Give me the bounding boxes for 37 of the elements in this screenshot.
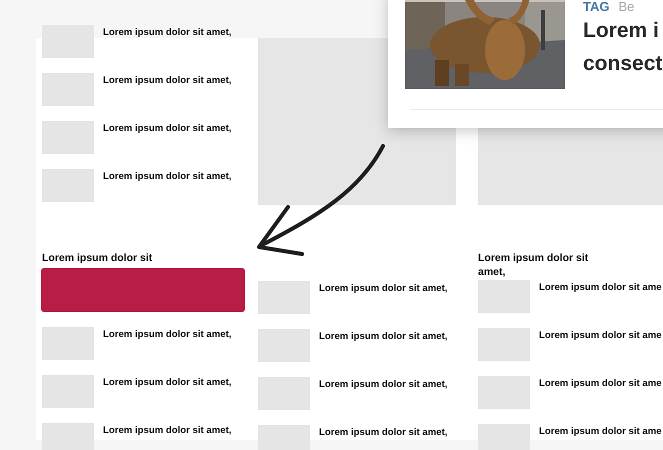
item-title[interactable]: Lorem ipsum dolor sit amet,: [103, 123, 232, 169]
thumbnail-placeholder: [478, 376, 530, 409]
item-title[interactable]: Lorem ipsum dolor sit ame: [539, 378, 662, 424]
thumbnail-placeholder: [478, 280, 530, 313]
item-title[interactable]: Lorem ipsum dolor sit amet,: [103, 27, 232, 73]
column-heading: Lorem ipsum dolor sit: [42, 251, 154, 265]
thumbnail-placeholder: [258, 329, 310, 362]
item-title[interactable]: Lorem ipsum dolor sit amet,: [103, 75, 232, 121]
thumbnail-placeholder: [42, 375, 94, 408]
tag-label[interactable]: TAG: [583, 0, 610, 14]
item-title[interactable]: Lorem ipsum dolor sit amet,: [319, 427, 448, 450]
item-title[interactable]: Lorem ipsum dolor sit amet,: [103, 377, 232, 423]
item-title[interactable]: Lorem ipsum dolor sit ame: [539, 426, 662, 450]
article-title: consect: [583, 51, 662, 77]
item-title[interactable]: Lorem ipsum dolor sit amet,: [103, 425, 232, 450]
item-title[interactable]: Lorem ipsum dolor sit amet,: [103, 329, 232, 375]
article-card[interactable]: TAG Be Lorem i consect: [388, 0, 663, 128]
thumbnail-placeholder: [258, 281, 310, 314]
item-title[interactable]: Lorem ipsum dolor sit amet,: [103, 171, 232, 217]
item-title[interactable]: Lorem ipsum dolor sit amet,: [319, 379, 448, 425]
thumbnail-placeholder: [478, 424, 530, 450]
thumbnail-placeholder: [42, 423, 94, 450]
item-title[interactable]: Lorem ipsum dolor sit amet,: [319, 283, 448, 329]
thumbnail-placeholder: [42, 73, 94, 106]
category-label: Be: [618, 0, 634, 14]
item-title[interactable]: Lorem ipsum dolor sit amet,: [319, 331, 448, 377]
thumbnail-placeholder: [258, 425, 310, 450]
thumbnail-placeholder: [42, 169, 94, 202]
thumbnail-placeholder: [42, 25, 94, 58]
thumbnail-placeholder: [478, 328, 530, 361]
thumbnail-placeholder: [42, 121, 94, 154]
thumbnail-placeholder: [42, 327, 94, 360]
column-heading: Lorem ipsum dolor sit amet,: [478, 251, 590, 279]
item-title[interactable]: Lorem ipsum dolor sit ame: [539, 330, 662, 376]
article-title: Lorem i: [583, 18, 660, 44]
item-title[interactable]: Lorem ipsum dolor sit ame: [539, 282, 662, 328]
thumbnail-placeholder: [258, 377, 310, 410]
